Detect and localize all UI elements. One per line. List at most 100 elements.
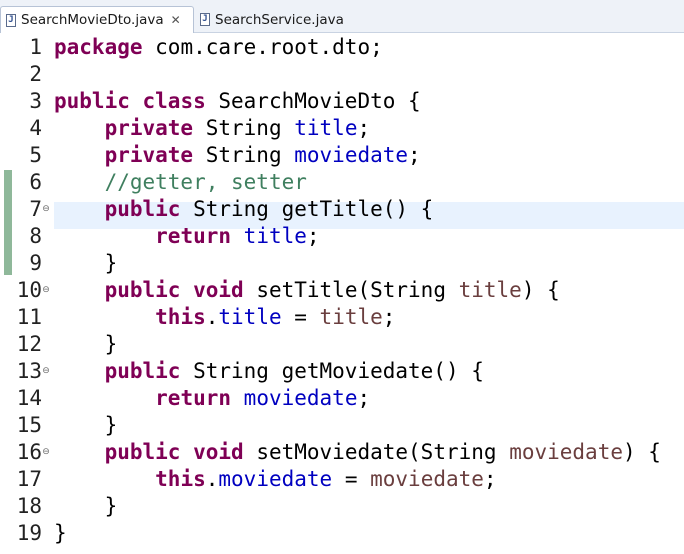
code-line[interactable]: 15 }	[0, 412, 684, 439]
code-token: ;	[382, 305, 396, 329]
code-token: void	[193, 440, 244, 464]
code-token: moviedate	[509, 440, 623, 464]
code-line[interactable]: 17 this.moviedate = moviedate;	[0, 466, 684, 493]
code-token: this	[155, 305, 206, 329]
code-line[interactable]: 9 }	[0, 250, 684, 277]
code-token: title	[218, 305, 282, 329]
code-token: moviedate	[218, 467, 333, 491]
code-line[interactable]: 8 return title;	[0, 223, 684, 250]
code-token: String	[193, 143, 295, 167]
code-token: setMoviedate(String	[243, 440, 510, 464]
code-line[interactable]: 5 private String moviedate;	[0, 142, 684, 169]
java-file-icon: J	[200, 13, 210, 26]
fold-collapse-icon[interactable]: ⊖	[41, 204, 51, 214]
code-text: public String getTitle() {	[54, 196, 434, 223]
code-token: ;	[306, 224, 320, 248]
code-line[interactable]: 13 ⊖ public String getMoviedate() {	[0, 358, 684, 385]
code-text: }	[54, 412, 118, 439]
code-token: ;	[483, 467, 497, 491]
code-line[interactable]: 10 ⊖ public void setTitle(String title) {	[0, 277, 684, 304]
code-token: }	[54, 332, 118, 356]
code-token: public	[54, 89, 130, 113]
tab-searchservice[interactable]: J SearchService.java	[194, 6, 352, 33]
code-line[interactable]: 3 public class SearchMovieDto {	[0, 88, 684, 115]
tab-label: SearchMovieDto.java	[21, 12, 164, 28]
code-text: public class SearchMovieDto {	[54, 88, 421, 115]
line-number: 9	[29, 251, 42, 275]
code-token: =	[281, 305, 320, 329]
line-number: 5	[29, 143, 42, 167]
code-text: package com.care.root.dto;	[54, 34, 383, 61]
code-token: String	[193, 116, 295, 140]
code-editor[interactable]: 1 package com.care.root.dto; 2 3 public clas…	[0, 33, 684, 554]
line-number: 4	[29, 116, 42, 140]
code-text: this.moviedate = moviedate;	[54, 466, 497, 493]
code-token: return	[155, 224, 232, 248]
line-number: 15	[16, 413, 42, 437]
line-number: 13	[16, 359, 42, 383]
code-token: moviedate	[243, 386, 358, 410]
line-number: 11	[16, 305, 42, 329]
code-line[interactable]: 14 return moviedate;	[0, 385, 684, 412]
code-token: ) {	[622, 440, 661, 464]
code-text: public void setTitle(String title) {	[54, 277, 560, 304]
code-token: SearchMovieDto {	[205, 89, 421, 113]
line-number: 1	[29, 35, 42, 59]
code-token: ;	[357, 386, 371, 410]
code-line[interactable]: 16 ⊖ public void setMoviedate(String movi…	[0, 439, 684, 466]
code-line[interactable]: 6 //getter, setter	[0, 169, 684, 196]
code-text: }	[54, 250, 118, 277]
code-token: }	[54, 251, 118, 275]
code-text: public String getMoviedate() {	[54, 358, 484, 385]
code-token: moviedate	[370, 467, 484, 491]
code-token: String getTitle() {	[180, 197, 434, 221]
code-line[interactable]: 18 }	[0, 493, 684, 520]
code-line[interactable]: 11 this.title = title;	[0, 304, 684, 331]
code-token: private	[104, 116, 194, 140]
code-token: ;	[408, 143, 421, 167]
tab-searchmoviedto[interactable]: J SearchMovieDto.java ✕	[0, 6, 194, 33]
code-token: title	[294, 116, 358, 140]
line-number: 3	[29, 89, 42, 113]
code-text: private String moviedate;	[54, 142, 421, 169]
code-line[interactable]: 2	[0, 61, 684, 88]
close-icon[interactable]: ✕	[171, 13, 181, 27]
code-token: }	[54, 494, 118, 518]
fold-collapse-icon[interactable]: ⊖	[41, 366, 51, 376]
code-token: public	[104, 278, 181, 302]
code-line[interactable]: 4 private String title;	[0, 115, 684, 142]
tab-label: SearchService.java	[215, 11, 344, 28]
line-number: 14	[16, 386, 42, 410]
fold-collapse-icon[interactable]: ⊖	[41, 447, 51, 457]
code-line[interactable]: 7 ⊖ public String getTitle() {	[0, 196, 684, 223]
line-number: 19	[16, 521, 42, 545]
code-line[interactable]: 12 }	[0, 331, 684, 358]
code-token: com.care.root.dto;	[142, 35, 383, 59]
code-token: }	[54, 413, 118, 437]
code-token: .	[205, 305, 219, 329]
code-token: title	[243, 224, 307, 248]
fold-collapse-icon[interactable]: ⊖	[41, 285, 51, 295]
line-number: 8	[29, 224, 42, 248]
code-text: public void setMoviedate(String moviedat…	[54, 439, 661, 466]
code-line[interactable]: 1 package com.care.root.dto;	[0, 34, 684, 61]
code-line[interactable]: 19}	[0, 520, 684, 547]
code-token: class	[142, 89, 206, 113]
code-text: //getter, setter	[54, 169, 307, 196]
line-number: 7	[29, 197, 42, 221]
code-token: title	[458, 278, 522, 302]
code-token: return	[155, 386, 232, 410]
java-file-icon: J	[6, 13, 16, 27]
line-number: 12	[16, 332, 42, 356]
code-text: }	[54, 331, 118, 358]
